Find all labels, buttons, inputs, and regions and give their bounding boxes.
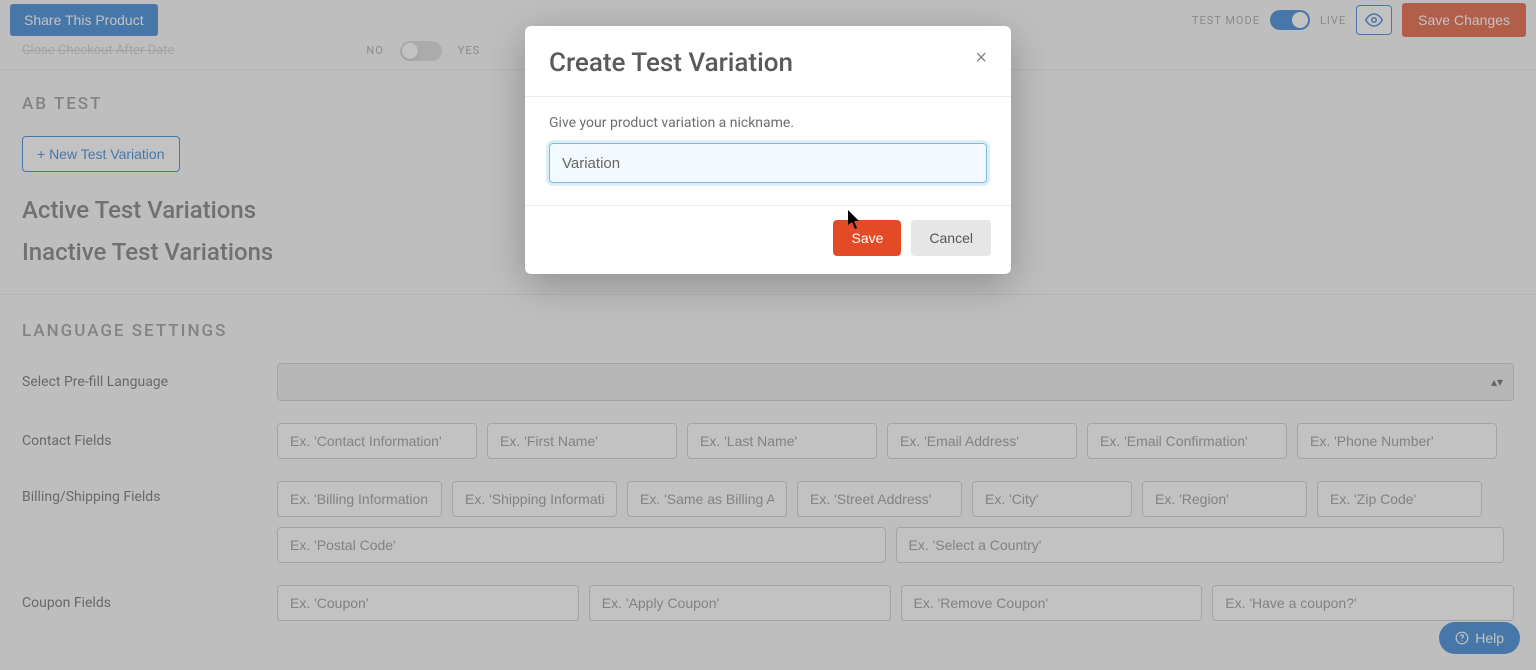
- modal-save-button[interactable]: Save: [833, 220, 901, 256]
- close-icon: ×: [975, 47, 987, 69]
- modal-cancel-button[interactable]: Cancel: [911, 220, 991, 256]
- create-variation-modal: Create Test Variation × Give your produc…: [525, 26, 1011, 274]
- modal-title: Create Test Variation: [549, 48, 793, 78]
- modal-close-button[interactable]: ×: [975, 48, 987, 68]
- variation-name-input[interactable]: [549, 143, 987, 183]
- modal-instruction: Give your product variation a nickname.: [549, 115, 987, 131]
